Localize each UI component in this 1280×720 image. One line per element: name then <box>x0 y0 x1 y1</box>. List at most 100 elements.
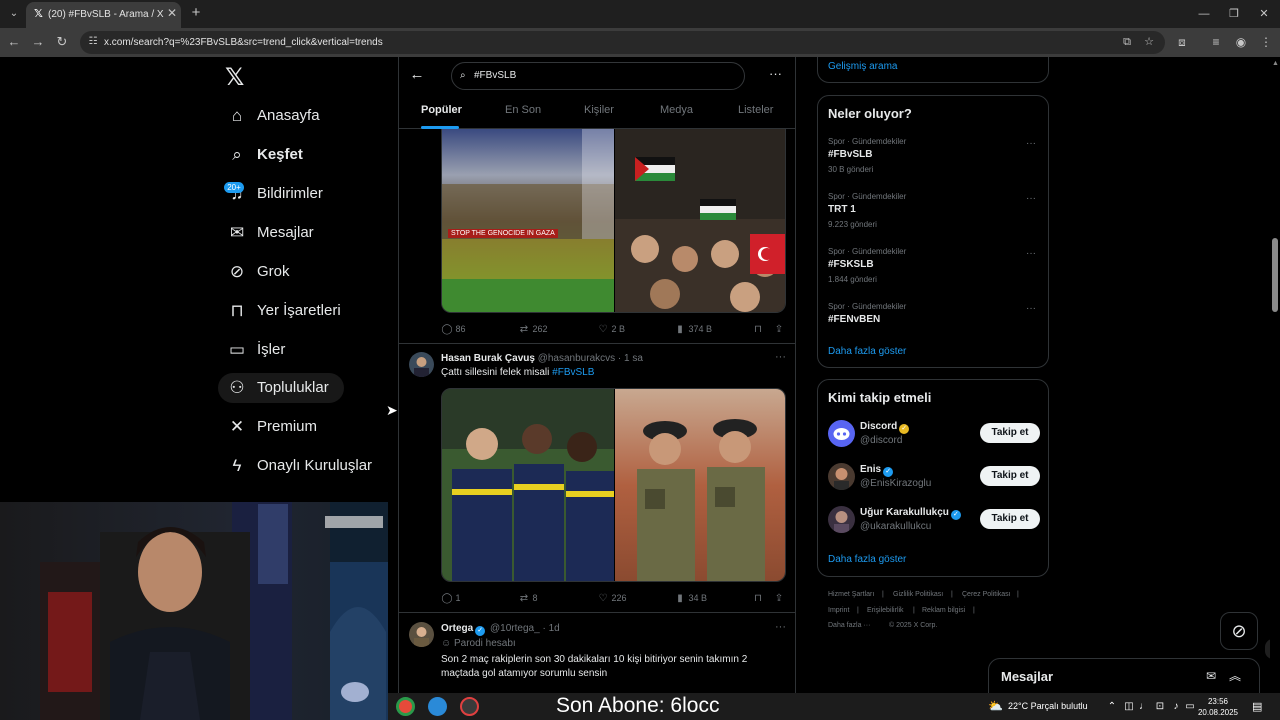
nav-home[interactable]: ⌂ Anasayfa <box>218 101 338 131</box>
tab-close-icon[interactable]: ✕ <box>165 6 179 20</box>
footer-imprint[interactable]: Imprint <box>828 607 849 614</box>
tab-media[interactable]: Medya <box>660 104 693 116</box>
nav-jobs[interactable]: ▭ İşler <box>218 335 318 365</box>
trend-more-icon[interactable]: ··· <box>1026 138 1036 149</box>
scrollbar-thumb[interactable] <box>1272 238 1278 312</box>
bookmark-button[interactable]: ⊓ <box>752 321 764 337</box>
avatar[interactable] <box>828 506 855 533</box>
avatar[interactable] <box>409 352 434 377</box>
restore-icon[interactable]: ❐ <box>1226 6 1242 22</box>
nav-messages[interactable]: ✉ Mesajlar <box>218 218 338 248</box>
minimize-icon[interactable]: — <box>1196 6 1212 22</box>
bookmark-button[interactable]: ⊓ <box>752 590 764 606</box>
tab-search-icon[interactable]: ⌄ <box>5 5 23 23</box>
messages-dock[interactable]: Mesajlar ✉ ︽ <box>988 658 1260 693</box>
volume-icon[interactable]: ♪ <box>1170 701 1182 713</box>
follow-name[interactable]: Enis ✓ <box>860 464 895 477</box>
address-bar[interactable]: ☷ x.com/search?q=%23FBvSLB&src=trend_cli… <box>80 31 1165 54</box>
clock[interactable]: 23:56 20.08.2025 <box>1196 696 1240 718</box>
tray-chevron-icon[interactable]: ⌃ <box>1106 701 1118 713</box>
trends-show-more-link[interactable]: Daha fazla göster <box>828 346 906 357</box>
follow-handle[interactable]: @ukarakullukcu <box>860 521 931 532</box>
battery-icon[interactable]: ▭ <box>1184 701 1196 713</box>
search-input[interactable]: ⌕ #FBvSLB <box>451 62 745 90</box>
tweet-author-name[interactable]: Hasan Burak Çavuş <box>441 353 535 364</box>
nav-premium[interactable]: ✕ Premium <box>218 412 338 442</box>
x-logo-icon[interactable]: 𝕏 <box>225 66 247 90</box>
trend-more-icon[interactable]: ··· <box>1026 193 1036 204</box>
bookmark-star-icon[interactable]: ☆ <box>1142 35 1156 49</box>
reload-icon[interactable]: ↻ <box>54 34 70 50</box>
tweet-author-name[interactable]: Ortega <box>441 623 473 634</box>
trend-more-icon[interactable]: ··· <box>1026 303 1036 314</box>
browser-tab[interactable]: 𝕏 (20) #FBvSLB - Arama / X ✕ <box>26 2 181 28</box>
like-button[interactable]: ♡ 2 B <box>597 321 626 337</box>
weather-icon[interactable]: ⛅ <box>988 698 1004 714</box>
avatar[interactable] <box>409 622 434 647</box>
network-icon[interactable]: ⊡ <box>1154 701 1166 713</box>
forward-arrow-icon[interactable]: → <box>30 34 46 50</box>
nav-explore[interactable]: ⌕ Keşfet <box>218 140 328 170</box>
share-button[interactable]: ⇪ <box>773 321 785 337</box>
new-message-icon[interactable]: ✉ <box>1203 668 1219 684</box>
follow-handle[interactable]: @EnisKirazoglu <box>860 478 931 489</box>
footer-accessibility[interactable]: Erişilebilirlik <box>867 607 904 614</box>
tweet-author-handle[interactable]: @10rtega_ <box>490 623 540 634</box>
tweet-more-icon[interactable]: ··· <box>775 351 786 363</box>
avatar[interactable] <box>828 420 855 447</box>
chevron-up-icon[interactable]: ︽ <box>1227 668 1243 684</box>
trend-name[interactable]: #FENvBEN <box>828 314 880 325</box>
share-button[interactable]: ⇪ <box>773 590 785 606</box>
footer-more[interactable]: Daha fazla ··· <box>828 622 870 629</box>
tweet-media[interactable]: STOP THE GENOCIDE IN GAZA <box>441 129 786 313</box>
weather-text[interactable]: 22°C Parçalı bulutlu <box>1008 701 1088 711</box>
site-info-icon[interactable]: ☷ <box>86 35 100 49</box>
trend-name[interactable]: TRT 1 <box>828 204 856 215</box>
trend-name[interactable]: #FSKSLB <box>828 259 874 270</box>
follow-name[interactable]: Discord ✓ <box>860 421 911 434</box>
chrome-app-icon[interactable] <box>396 697 415 716</box>
follow-name[interactable]: Uğur Karakullukçu ✓ <box>860 507 963 520</box>
nav-grok[interactable]: ⊘ Grok <box>218 257 318 287</box>
footer-privacy[interactable]: Gizlilik Politikası <box>893 591 943 598</box>
footer-terms[interactable]: Hizmet Şartları <box>828 591 874 598</box>
window-close-icon[interactable]: ✕ <box>1256 6 1272 22</box>
reply-button[interactable]: ◯ 1 <box>441 590 460 606</box>
install-app-icon[interactable]: ⧉ <box>1120 35 1134 49</box>
tweet-media[interactable] <box>441 388 786 582</box>
browser-menu-icon[interactable]: ⋮ <box>1258 34 1274 50</box>
tab-latest[interactable]: En Son <box>505 104 541 116</box>
tab-popular[interactable]: Popüler <box>421 104 462 116</box>
page-scrollbar[interactable] <box>1270 57 1280 693</box>
notification-center-icon[interactable]: ▤ <box>1252 700 1262 713</box>
tweet-time[interactable]: 1d <box>549 623 560 634</box>
repost-button[interactable]: ⇄ 8 <box>518 590 538 606</box>
follow-button[interactable]: Takip et <box>980 509 1040 529</box>
tray-app-icon[interactable]: ◫ <box>1123 701 1135 713</box>
hashtag-link[interactable]: #FBvSLB <box>552 367 594 378</box>
edge-app-icon[interactable] <box>428 697 447 716</box>
footer-ads-info[interactable]: Reklam bilgisi <box>922 607 965 614</box>
follow-button[interactable]: Takip et <box>980 423 1040 443</box>
trend-more-icon[interactable]: ··· <box>1026 248 1036 259</box>
footer-cookies[interactable]: Çerez Politikası <box>962 591 1011 598</box>
follow-show-more-link[interactable]: Daha fazla göster <box>828 554 906 565</box>
more-options-icon[interactable]: ··· <box>769 66 782 81</box>
grok-fab-button[interactable]: ⊘ <box>1220 612 1258 650</box>
views-button[interactable]: ▮ 374 B <box>674 321 712 337</box>
media-control-icon[interactable]: ≡ <box>1208 34 1224 50</box>
like-button[interactable]: ♡ 226 <box>597 590 627 606</box>
reply-button[interactable]: ◯ 86 <box>441 321 465 337</box>
obs-app-icon[interactable] <box>460 697 479 716</box>
nav-bookmarks[interactable]: ⊓ Yer İşaretleri <box>218 296 368 326</box>
views-button[interactable]: ▮ 34 B <box>674 590 707 606</box>
follow-button[interactable]: Takip et <box>980 466 1040 486</box>
tweet-author-handle[interactable]: @hasanburakcvs <box>538 353 615 364</box>
tweet-more-icon[interactable]: ··· <box>775 621 786 633</box>
back-arrow-icon[interactable]: ← <box>6 34 22 50</box>
back-arrow-icon[interactable]: ← <box>409 67 425 83</box>
avatar[interactable] <box>828 463 855 490</box>
tweet-time[interactable]: 1 sa <box>624 353 643 364</box>
new-tab-icon[interactable]: + <box>188 5 204 21</box>
profile-icon[interactable]: ◉ <box>1233 34 1249 50</box>
